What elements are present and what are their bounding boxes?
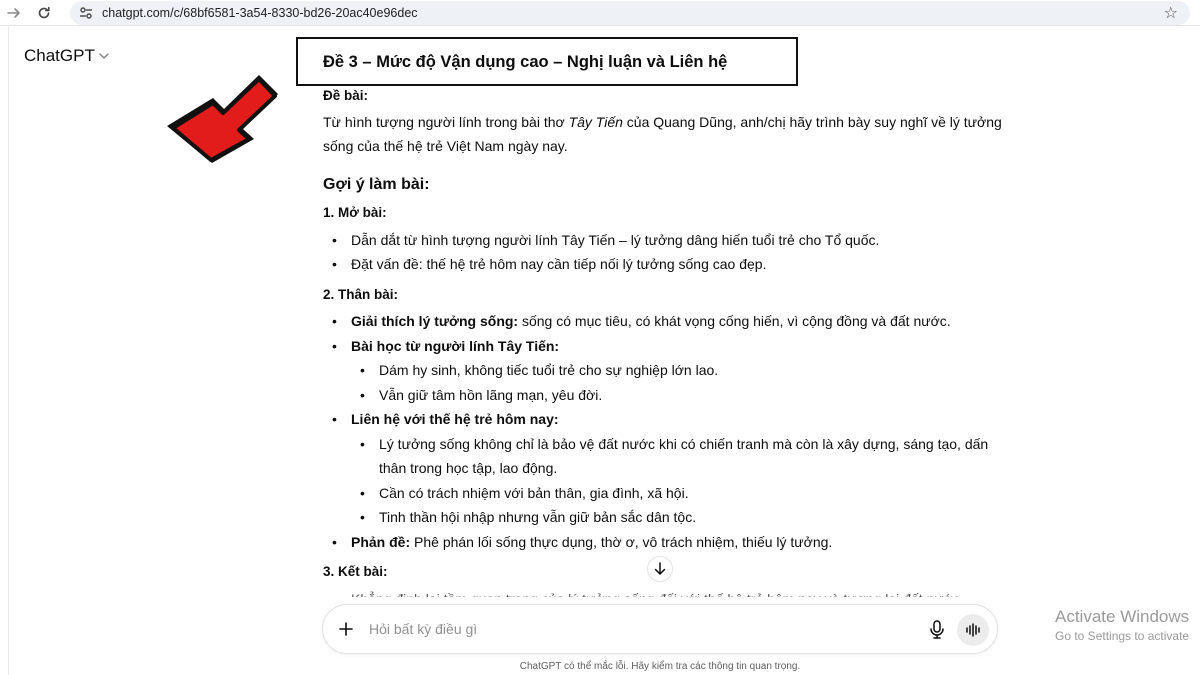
list-item: Bài học từ người lính Tây Tiến: Dám hy s… [323, 334, 1003, 408]
poem-title: Tây Tiến [568, 113, 623, 130]
prompt-text: Từ hình tượng người lính trong bài thơ T… [323, 113, 1002, 155]
sub-list: Dám hy sinh, không tiếc tuổi trẻ cho sự … [323, 358, 1003, 407]
highlighted-heading-box: Đề 3 – Mức độ Vận dụng cao – Nghị luận v… [296, 37, 798, 86]
microphone-icon[interactable] [927, 619, 947, 641]
address-bar[interactable]: chatgpt.com/c/68bf6581-3a54-8330-bd26-20… [70, 1, 1190, 25]
list-item: Đặt vấn đề: thế hệ trẻ hôm nay cần tiếp … [323, 252, 1003, 277]
voice-mode-icon [966, 623, 980, 637]
star-icon[interactable]: ☆ [1164, 3, 1178, 23]
sub-list-item: Vẫn giữ tâm hồn lãng mạn, yêu đời. [323, 383, 1003, 408]
red-arrow-annotation-icon [167, 75, 278, 163]
sidebar-divider [8, 26, 9, 675]
reload-icon[interactable] [34, 3, 54, 23]
sub-list-item: Tinh thần hội nhập nhưng vẫn giữ bản sắc… [323, 505, 1003, 530]
list-item: Phản đề: Phê phán lối sống thực dụng, th… [323, 530, 1003, 555]
activate-windows-watermark: Activate Windows Go to Settings to activ… [1055, 607, 1189, 643]
sub-list: Lý tưởng sống không chỉ là bảo vệ đất nư… [323, 432, 1003, 530]
sub-list-item: Dám hy sinh, không tiếc tuổi trẻ cho sự … [323, 358, 1003, 383]
list-item: Giải thích lý tưởng sống: sống có mục ti… [323, 309, 1003, 334]
section-list: Giải thích lý tưởng sống: sống có mục ti… [323, 309, 1003, 554]
chevron-down-icon [99, 51, 109, 63]
browser-toolbar: chatgpt.com/c/68bf6581-3a54-8330-bd26-20… [0, 0, 1200, 26]
disclaimer-text: ChatGPT có thể mắc lỗi. Hãy kiểm tra các… [519, 661, 801, 672]
message-heading: Đề 3 – Mức độ Vận dụng cao – Nghị luận v… [323, 53, 728, 71]
guide-title: Gợi ý làm bài: [323, 175, 430, 193]
site-settings-icon[interactable] [78, 5, 94, 21]
model-selector[interactable]: ChatGPT [24, 46, 109, 66]
prompt-label: Đề bài: [323, 88, 369, 103]
assistant-message: Đề bài: Từ hình tượng người lính trong b… [323, 84, 1003, 597]
message-composer [322, 604, 998, 654]
scroll-to-bottom-button[interactable] [647, 556, 673, 582]
list-item-partial: Khẳng định lại tầm quan trọng của lý tưở… [323, 587, 1003, 597]
list-item: Liên hệ với thế hệ trẻ hôm nay: Lý tưởng… [323, 407, 1003, 530]
section-list: Dẫn dắt từ hình tượng người lính Tây Tiế… [323, 228, 1003, 277]
list-item: Dẫn dắt từ hình tượng người lính Tây Tiế… [323, 228, 1003, 253]
section-title: 1. Mở bài: [323, 205, 387, 220]
app-title: ChatGPT [24, 46, 95, 65]
message-input[interactable] [369, 618, 889, 640]
forward-arrow-icon[interactable] [4, 3, 24, 23]
sub-list-item: Lý tưởng sống không chỉ là bảo vệ đất nư… [323, 432, 1003, 481]
sub-list-item: Cần có trách nhiệm với bản thân, gia đìn… [323, 481, 1003, 506]
watermark-subtitle: Go to Settings to activate [1055, 629, 1190, 643]
section-list: Khẳng định lại tầm quan trọng của lý tưở… [323, 587, 1003, 597]
voice-mode-button[interactable] [957, 614, 989, 646]
arrow-down-icon [654, 562, 666, 575]
section-title: 2. Thân bài: [323, 286, 399, 302]
plus-icon[interactable] [339, 617, 353, 641]
watermark-title: Activate Windows [1055, 607, 1190, 626]
url-text[interactable]: chatgpt.com/c/68bf6581-3a54-8330-bd26-20… [102, 6, 418, 20]
